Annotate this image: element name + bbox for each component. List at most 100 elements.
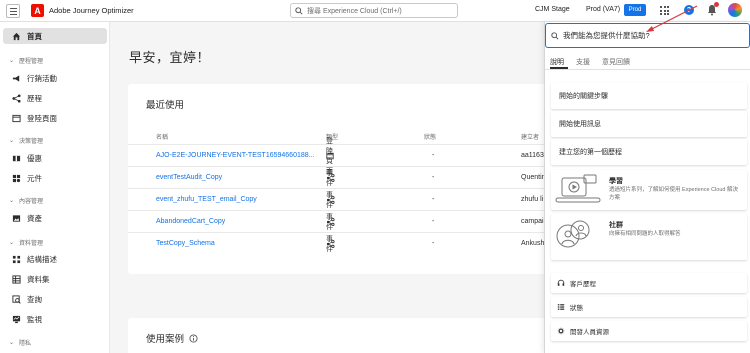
collapse-icon: ⌄ xyxy=(9,240,15,246)
collapse-icon: ⌄ xyxy=(9,340,15,346)
org-switcher[interactable]: CJM Stage xyxy=(535,6,570,13)
row-name-link[interactable]: AbandonedCart_Copy xyxy=(156,218,225,225)
global-search-input[interactable]: 搜尋 Experience Cloud (Ctrl+/) xyxy=(290,3,458,18)
landing-page-icon xyxy=(12,114,21,123)
row-type-label: 事件 xyxy=(326,170,333,187)
query-icon xyxy=(12,294,21,304)
sidebar-item-label: 首頁 xyxy=(27,31,42,41)
video-learn-icon xyxy=(555,174,601,203)
row-status: - xyxy=(432,174,435,181)
sidebar-item-label: 資產 xyxy=(27,213,42,223)
sidebar-item-landing-pages[interactable]: 登陸頁面 xyxy=(3,110,107,126)
sidebar-group-label: 內容管理 xyxy=(19,199,44,205)
headset-icon xyxy=(557,279,565,286)
assets-icon xyxy=(12,214,21,223)
app-switcher-icon[interactable] xyxy=(660,6,669,15)
sandbox-badge: Prod xyxy=(624,4,646,16)
row-name-link[interactable]: event_zhufu_TEST_email_Copy xyxy=(156,196,257,203)
row-creator: zhufu li xyxy=(521,196,544,203)
help-icon[interactable]: ? xyxy=(684,5,694,15)
sidebar-group-label: 資料管理 xyxy=(19,241,44,247)
column-header-name[interactable]: 名稱 xyxy=(156,132,168,141)
sidebar-item-offers[interactable]: 優惠 xyxy=(3,150,107,166)
help-link-key-steps[interactable]: 開始的關鍵步驟 xyxy=(551,83,747,109)
sidebar-item-queries[interactable]: 查詢 xyxy=(3,291,107,307)
search-icon xyxy=(295,6,303,15)
global-search-placeholder: 搜尋 Experience Cloud (Ctrl+/) xyxy=(307,7,402,15)
user-avatar[interactable] xyxy=(728,3,742,17)
row-type: 事件 xyxy=(326,236,335,253)
help-item-developer-resources[interactable]: 開發人員資源 xyxy=(551,321,747,341)
collapse-icon: ⌄ xyxy=(9,138,15,144)
help-tabs: 說明 支援 意見回饋 xyxy=(550,57,630,67)
column-header-creator[interactable]: 建立者 xyxy=(521,132,539,141)
community-title: 社群 xyxy=(609,222,623,229)
adobe-logo-icon[interactable]: A xyxy=(31,4,44,17)
learn-card[interactable]: 學習 透過短片系列，了解如何使用 Experience Cloud 解決方案 xyxy=(551,170,747,210)
row-name-link[interactable]: TestCopy_Schema xyxy=(156,240,215,247)
community-desc: 向擁有相同問題的人取得解答 xyxy=(609,231,681,237)
sidebar-group-label: 決策管理 xyxy=(19,139,44,145)
sidebar-item-assets[interactable]: 資產 xyxy=(3,210,107,226)
menu-toggle-icon[interactable] xyxy=(6,4,20,18)
recent-title: 最近使用 xyxy=(146,100,185,111)
sidebar-item-label: 登陸頁面 xyxy=(27,113,57,123)
use-cases-title-text: 使用案例 xyxy=(146,334,185,345)
collapse-icon: ⌄ xyxy=(9,198,15,204)
community-card[interactable]: 社群 向擁有相同問題的人取得解答 xyxy=(551,214,747,260)
table-row[interactable]: event_zhufu_TEST_email_Copy 事件 - zhufu l… xyxy=(128,188,548,210)
sidebar-item-label: 查詢 xyxy=(27,294,42,304)
help-item-label: 開發人員資源 xyxy=(570,329,609,336)
help-item-label: 狀態 xyxy=(570,305,583,312)
sidebar-item-home[interactable]: 首頁 xyxy=(3,28,107,44)
top-bar: A Adobe Journey Optimizer 搜尋 Experience … xyxy=(0,0,750,22)
help-link-get-started-messages[interactable]: 開始使用訊息 xyxy=(551,111,747,137)
sidebar-item-journeys[interactable]: 歷程 xyxy=(3,90,107,106)
help-item-status[interactable]: 狀態 xyxy=(551,297,747,317)
sandbox-switcher[interactable]: Prod (VA7) xyxy=(586,6,620,13)
tabs-divider xyxy=(545,69,750,70)
help-link-first-journey[interactable]: 建立您的第一個歷程 xyxy=(551,139,747,165)
developer-icon xyxy=(557,327,565,335)
tab-support[interactable]: 支援 xyxy=(576,57,590,67)
row-name-link[interactable]: AJO-E2E-JOURNEY-EVENT-TEST16594660188... xyxy=(156,152,314,159)
tab-feedback[interactable]: 意見回饋 xyxy=(602,57,630,67)
help-item-label: 客戶歷程 xyxy=(570,281,596,288)
collapse-icon: ⌄ xyxy=(9,58,15,64)
sidebar-item-schemas[interactable]: 結構描述 xyxy=(3,251,107,267)
table-row[interactable]: TestCopy_Schema 事件 - Ankush xyxy=(128,232,548,254)
table-row[interactable]: AbandonedCart_Copy 事件 - campai... xyxy=(128,210,549,232)
sidebar-group-data-mgmt: ⌄ 資料管理 xyxy=(9,238,43,247)
row-type: 登陸頁面 xyxy=(326,138,334,175)
help-item-customer-journey[interactable]: 客戶歷程 xyxy=(551,273,747,293)
home-icon xyxy=(12,32,21,41)
sidebar-group-label: 隱私 xyxy=(19,341,32,347)
status-list-icon xyxy=(557,304,565,310)
help-search-input[interactable]: 我們能為您提供什麼協助? xyxy=(545,23,750,48)
info-icon[interactable] xyxy=(189,333,198,343)
tab-help[interactable]: 說明 xyxy=(550,57,564,67)
row-name-link[interactable]: eventTestAudit_Copy xyxy=(156,174,222,181)
megaphone-icon xyxy=(12,74,21,83)
row-type: 事件 xyxy=(326,192,335,209)
main-content: 早安，宜婷！ 最近使用 名稱 類型 狀態 建立者 AJO-E2E-JOURNEY… xyxy=(110,22,550,353)
app-name[interactable]: Adobe Journey Optimizer xyxy=(49,6,134,15)
offer-icon xyxy=(12,154,21,163)
column-header-status[interactable]: 狀態 xyxy=(424,132,436,141)
table-row[interactable]: eventTestAudit_Copy 事件 - Quentin xyxy=(128,166,548,188)
sidebar-item-components[interactable]: 元件 xyxy=(3,170,107,186)
sidebar-item-datasets[interactable]: 資料集 xyxy=(3,271,107,287)
sidebar-item-monitoring[interactable]: 監視 xyxy=(3,311,107,327)
sidebar-item-campaigns[interactable]: 行銷活動 xyxy=(3,70,107,86)
table-row[interactable]: AJO-E2E-JOURNEY-EVENT-TEST16594660188...… xyxy=(128,138,550,175)
row-type: 事件 xyxy=(326,170,335,187)
row-type: 事件 xyxy=(326,214,335,231)
row-type-label: 事件 xyxy=(326,214,333,231)
schema-icon xyxy=(12,255,21,264)
search-icon xyxy=(551,31,559,40)
sidebar-item-label: 歷程 xyxy=(27,93,42,103)
row-status: - xyxy=(432,218,435,225)
dataset-icon xyxy=(12,274,21,284)
sidebar-group-content-mgmt: ⌄ 內容管理 xyxy=(9,196,43,205)
sidebar-group-decision-mgmt: ⌄ 決策管理 xyxy=(9,136,43,145)
